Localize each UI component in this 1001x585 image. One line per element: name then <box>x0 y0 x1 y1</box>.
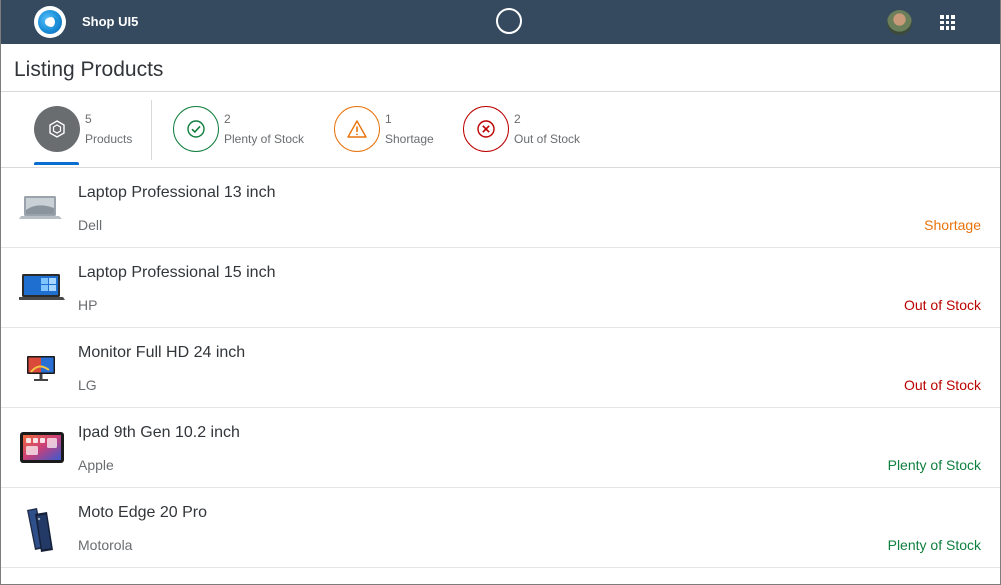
laptop-image <box>18 268 65 308</box>
product-row[interactable]: Monitor Full HD 24 inch LG Out of Stock <box>1 328 1000 408</box>
product-box-icon <box>34 106 80 152</box>
tab-label: Shortage <box>385 132 434 146</box>
tab-label: Products <box>85 132 133 146</box>
stock-status: Plenty of Stock <box>887 537 981 553</box>
busy-circle-icon <box>496 8 522 34</box>
product-brand: Dell <box>78 217 103 233</box>
product-name: Moto Edge 20 Pro <box>78 504 207 521</box>
phone-image <box>19 508 65 552</box>
error-icon <box>463 106 509 152</box>
product-switch-grid-icon[interactable] <box>940 15 955 30</box>
product-row[interactable]: Laptop Professional 13 inch Dell Shortag… <box>1 168 1000 248</box>
app-window: Shop UI5 Listing Products 5 Products 2 P… <box>0 0 1001 585</box>
stock-status: Out of Stock <box>903 297 981 313</box>
product-name: Monitor Full HD 24 inch <box>78 344 246 361</box>
shell-bar: Shop UI5 <box>1 0 1000 44</box>
stock-status: Out of Stock <box>903 377 981 393</box>
monitor-image <box>19 348 65 388</box>
product-name: Laptop Professional 13 inch <box>78 184 276 201</box>
shell-title[interactable]: Shop UI5 <box>82 14 138 29</box>
tab-count: 1 <box>385 112 392 126</box>
warning-icon <box>334 106 380 152</box>
tab-label: Out of Stock <box>514 132 581 146</box>
product-name: Laptop Professional 15 inch <box>78 264 276 281</box>
product-brand: Apple <box>78 457 114 473</box>
stock-status: Plenty of Stock <box>887 457 981 473</box>
icon-tab-bar: 5 Products 2 Plenty of Stock 1 Shortage … <box>1 92 1000 167</box>
tab-count: 5 <box>85 112 92 126</box>
ui5-logo-icon[interactable] <box>34 6 66 38</box>
tab-label: Plenty of Stock <box>224 132 305 146</box>
product-row[interactable]: Ipad 9th Gen 10.2 inch Apple Plenty of S… <box>1 408 1000 488</box>
tab-count: 2 <box>514 112 521 126</box>
user-avatar[interactable] <box>887 10 912 35</box>
page-title: Listing Products <box>14 58 164 81</box>
tab-count: 2 <box>224 112 231 126</box>
stock-status: Shortage <box>924 217 981 233</box>
laptop-image <box>19 188 65 228</box>
product-row[interactable]: Moto Edge 20 Pro Motorola Plenty of Stoc… <box>1 488 1000 568</box>
product-name: Ipad 9th Gen 10.2 inch <box>78 424 240 441</box>
product-brand: Motorola <box>78 537 133 553</box>
checkmark-icon <box>173 106 219 152</box>
product-brand: LG <box>78 377 97 393</box>
tab-separator <box>151 100 152 160</box>
tablet-image <box>19 428 65 468</box>
product-row[interactable]: Laptop Professional 15 inch HP Out of St… <box>1 248 1000 328</box>
selected-tab-indicator <box>34 162 79 165</box>
product-brand: HP <box>78 297 98 313</box>
product-list: Laptop Professional 13 inch Dell Shortag… <box>1 168 1000 568</box>
